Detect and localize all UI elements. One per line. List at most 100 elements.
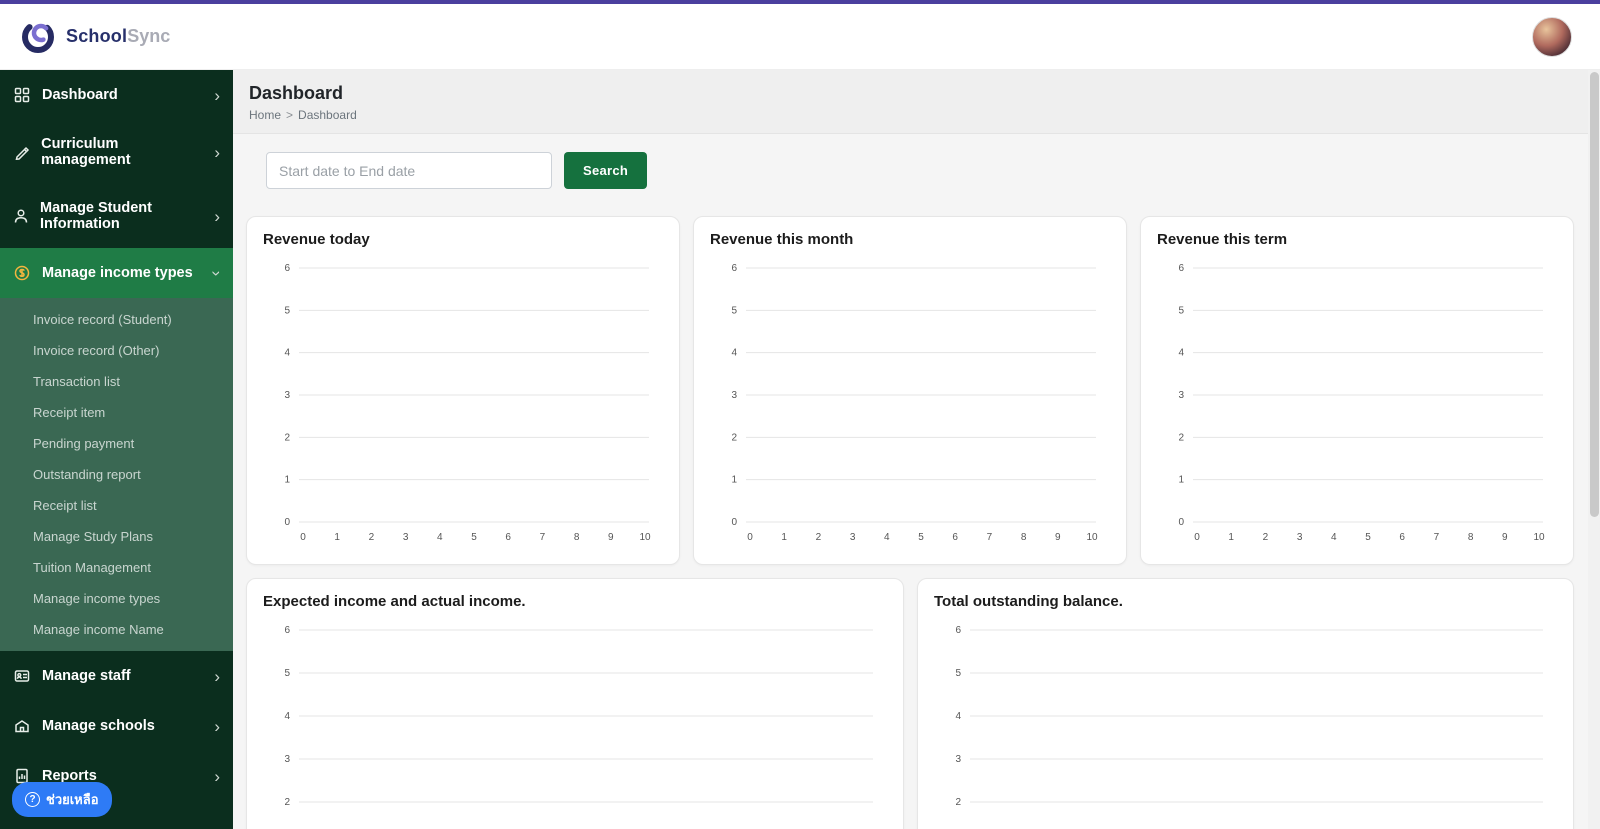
svg-text:3: 3 bbox=[850, 532, 856, 543]
svg-text:6: 6 bbox=[1399, 532, 1405, 543]
svg-text:8: 8 bbox=[1468, 532, 1474, 543]
svg-text:5: 5 bbox=[471, 532, 477, 543]
app-logo[interactable]: SchoolSync bbox=[18, 17, 170, 57]
main-content: Dashboard Home > Dashboard Search Revenu… bbox=[233, 70, 1600, 829]
total-outstanding-balance-card: Total outstanding balance. 0123456012345… bbox=[917, 578, 1574, 829]
svg-text:4: 4 bbox=[1178, 348, 1184, 359]
question-icon: ? bbox=[25, 792, 40, 807]
svg-text:1: 1 bbox=[781, 532, 787, 543]
sidebar-item-dashboard[interactable]: Dashboard › bbox=[0, 70, 233, 120]
sidebar-item-label: Manage income types bbox=[42, 265, 193, 281]
submenu-item-pending-payment[interactable]: Pending payment bbox=[0, 428, 233, 459]
sidebar-item-manage-staff[interactable]: Manage staff › bbox=[0, 651, 233, 701]
svg-text:4: 4 bbox=[731, 348, 737, 359]
svg-text:1: 1 bbox=[731, 475, 737, 486]
help-button[interactable]: ? ช่วยเหลือ bbox=[12, 782, 112, 817]
svg-text:3: 3 bbox=[731, 390, 737, 401]
svg-text:5: 5 bbox=[731, 305, 737, 316]
svg-text:4: 4 bbox=[284, 348, 290, 359]
svg-text:9: 9 bbox=[608, 532, 614, 543]
svg-text:6: 6 bbox=[731, 263, 737, 274]
svg-text:2: 2 bbox=[1263, 532, 1269, 543]
svg-text:3: 3 bbox=[955, 754, 961, 765]
income-types-submenu: Invoice record (Student) Invoice record … bbox=[0, 298, 233, 651]
sidebar-item-label: Manage Student Information bbox=[40, 200, 152, 232]
svg-text:10: 10 bbox=[1533, 532, 1545, 543]
submenu-item-manage-income-name[interactable]: Manage income Name bbox=[0, 614, 233, 645]
svg-text:3: 3 bbox=[1297, 532, 1303, 543]
breadcrumb: Home > Dashboard bbox=[249, 108, 1584, 122]
submenu-item-outstanding-report[interactable]: Outstanding report bbox=[0, 459, 233, 490]
sidebar-item-curriculum-management[interactable]: Curriculum management › bbox=[0, 120, 233, 184]
submenu-item-invoice-record-other[interactable]: Invoice record (Other) bbox=[0, 335, 233, 366]
svg-text:0: 0 bbox=[731, 517, 737, 528]
scrollbar-thumb[interactable] bbox=[1590, 72, 1599, 517]
expected-vs-actual-income-chart: 0123456012345678910 bbox=[263, 618, 887, 829]
svg-text:5: 5 bbox=[918, 532, 924, 543]
sidebar-item-label: Manage schools bbox=[42, 718, 155, 734]
submenu-item-manage-study-plans[interactable]: Manage Study Plans bbox=[0, 521, 233, 552]
svg-text:9: 9 bbox=[1055, 532, 1061, 543]
svg-text:5: 5 bbox=[284, 668, 290, 679]
chevron-right-icon: › bbox=[214, 206, 220, 226]
svg-text:0: 0 bbox=[284, 517, 290, 528]
svg-text:2: 2 bbox=[816, 532, 822, 543]
revenue-today-chart: 0 1 2 3 4 5 6 0 1 2 3 4 5 6 7 8 9 10 bbox=[263, 256, 663, 552]
svg-text:6: 6 bbox=[284, 625, 290, 636]
svg-text:2: 2 bbox=[284, 797, 290, 808]
svg-text:9: 9 bbox=[1502, 532, 1508, 543]
svg-text:10: 10 bbox=[1086, 532, 1098, 543]
svg-text:6: 6 bbox=[505, 532, 511, 543]
svg-text:7: 7 bbox=[987, 532, 993, 543]
sidebar-item-manage-student-information[interactable]: Manage Student Information › bbox=[0, 184, 233, 248]
top-accent-bar bbox=[0, 0, 1600, 4]
pencil-icon bbox=[13, 143, 30, 161]
sidebar-item-manage-schools[interactable]: Manage schools › bbox=[0, 701, 233, 751]
expected-vs-actual-income-card: Expected income and actual income. 01234… bbox=[246, 578, 904, 829]
chevron-right-icon: › bbox=[214, 142, 220, 162]
svg-text:0: 0 bbox=[1194, 532, 1200, 543]
svg-text:4: 4 bbox=[1331, 532, 1337, 543]
sidebar-item-manage-income-types[interactable]: Manage income types › bbox=[0, 248, 233, 298]
sidebar-item-label: Curriculum management bbox=[41, 136, 131, 168]
svg-text:6: 6 bbox=[952, 532, 958, 543]
card-title: Revenue this month bbox=[710, 231, 854, 248]
page-scrollbar bbox=[1588, 70, 1600, 829]
svg-text:7: 7 bbox=[540, 532, 546, 543]
svg-text:1: 1 bbox=[334, 532, 340, 543]
svg-text:2: 2 bbox=[955, 797, 961, 808]
svg-text:4: 4 bbox=[884, 532, 890, 543]
svg-text:10: 10 bbox=[639, 532, 651, 543]
svg-text:7: 7 bbox=[1434, 532, 1440, 543]
submenu-item-invoice-record-student[interactable]: Invoice record (Student) bbox=[0, 304, 233, 335]
chevron-right-icon: › bbox=[214, 766, 220, 786]
svg-text:2: 2 bbox=[1178, 432, 1184, 443]
submenu-item-receipt-list[interactable]: Receipt list bbox=[0, 490, 233, 521]
svg-text:0: 0 bbox=[1178, 517, 1184, 528]
svg-text:5: 5 bbox=[1178, 305, 1184, 316]
user-avatar[interactable] bbox=[1532, 16, 1572, 57]
date-range-input[interactable] bbox=[266, 152, 552, 189]
help-label: ช่วยเหลือ bbox=[46, 792, 99, 807]
svg-text:2: 2 bbox=[731, 432, 737, 443]
submenu-item-transaction-list[interactable]: Transaction list bbox=[0, 366, 233, 397]
svg-text:3: 3 bbox=[284, 390, 290, 401]
submenu-item-receipt-item[interactable]: Receipt item bbox=[0, 397, 233, 428]
brand-primary: School bbox=[66, 26, 128, 46]
search-button[interactable]: Search bbox=[564, 152, 648, 189]
svg-text:4: 4 bbox=[284, 711, 290, 722]
page-header: Dashboard Home > Dashboard bbox=[233, 70, 1600, 134]
submenu-item-tuition-management[interactable]: Tuition Management bbox=[0, 552, 233, 583]
svg-text:8: 8 bbox=[574, 532, 580, 543]
svg-text:5: 5 bbox=[1365, 532, 1371, 543]
breadcrumb-home[interactable]: Home bbox=[249, 108, 281, 122]
submenu-item-manage-income-types[interactable]: Manage income types bbox=[0, 583, 233, 614]
svg-text:8: 8 bbox=[1021, 532, 1027, 543]
svg-text:6: 6 bbox=[955, 625, 961, 636]
svg-text:3: 3 bbox=[284, 754, 290, 765]
svg-text:2: 2 bbox=[284, 432, 290, 443]
card-title: Expected income and actual income. bbox=[263, 593, 526, 610]
revenue-this-term-chart: 0 1 2 3 4 5 6 0 1 2 3 4 5 6 7 8 9 10 bbox=[1157, 256, 1557, 552]
logo-icon bbox=[21, 20, 54, 53]
revenue-this-term-card: Revenue this term 0 1 2 3 4 5 6 0 1 2 3 4 5 6 7 8 9 10 bbox=[1140, 216, 1574, 565]
